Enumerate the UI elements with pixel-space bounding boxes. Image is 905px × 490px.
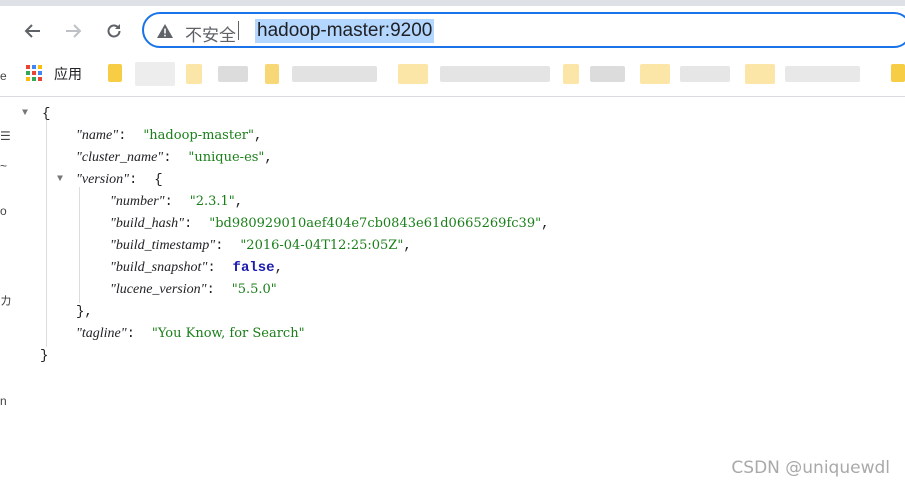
json-row-cluster-name: "cluster_name": "unique-es",	[76, 150, 273, 166]
security-status-label[interactable]: 不安全	[185, 21, 236, 46]
json-open-brace: {	[154, 172, 163, 188]
collapse-toggle-icon[interactable]: ▼	[57, 174, 63, 185]
browser-toolbar: 不安全 hadoop-master:9200	[0, 0, 905, 58]
blurred-bookmark[interactable]	[292, 66, 377, 82]
json-row-number: "number": "2.3.1",	[110, 194, 244, 210]
json-row-tagline: "tagline": "You Know, for Search"	[76, 326, 305, 342]
json-key: "version"	[76, 172, 129, 187]
blurred-bookmark[interactable]	[590, 66, 625, 82]
json-key: "cluster_name"	[76, 150, 164, 165]
json-close-brace: }	[40, 348, 49, 364]
bookmark-folder-icon[interactable]	[891, 64, 905, 82]
arrow-left-icon	[24, 24, 40, 38]
json-string-value[interactable]: "5.5.0"	[232, 282, 277, 297]
blurred-bookmark[interactable]	[563, 64, 579, 84]
json-string-value[interactable]: "2.3.1"	[190, 194, 235, 209]
json-row-build-hash: "build_hash": "bd980929010aef404e7cb0843…	[110, 216, 550, 232]
blurred-bookmark[interactable]	[218, 66, 248, 82]
url-text[interactable]: hadoop-master:9200	[255, 19, 435, 43]
json-key: "name"	[76, 128, 119, 143]
json-open-brace: {	[42, 106, 51, 122]
address-bar[interactable]: 不安全 hadoop-master:9200	[142, 12, 905, 48]
json-string-value[interactable]: "bd980929010aef404e7cb0843e61d0665269fc3…	[209, 216, 541, 231]
json-key: "tagline"	[76, 326, 127, 341]
json-row-build-timestamp: "build_timestamp": "2016-04-04T12:25:05Z…	[110, 238, 412, 254]
json-close-brace: },	[76, 304, 93, 320]
json-row-name: "name": "hadoop-master",	[76, 128, 263, 144]
indent-guide	[46, 119, 47, 347]
blurred-bookmark[interactable]	[640, 64, 670, 84]
bookmark-folder-icon[interactable]	[108, 64, 122, 82]
reload-icon	[107, 24, 121, 38]
bookmark-apps[interactable]: 应用	[54, 64, 82, 84]
apps-grid-icon[interactable]	[26, 65, 42, 81]
indent-guide	[79, 187, 80, 303]
json-boolean-value[interactable]: false	[233, 260, 275, 276]
json-key: "build_snapshot"	[110, 260, 208, 275]
blurred-bookmark[interactable]	[265, 64, 279, 84]
arrow-right-icon	[66, 24, 82, 38]
blurred-bookmark[interactable]	[745, 64, 775, 84]
json-string-value[interactable]: "2016-04-04T12:25:05Z"	[240, 238, 403, 253]
json-string-value[interactable]: "You Know, for Search"	[152, 326, 305, 341]
json-key: "build_hash"	[110, 216, 184, 231]
json-key: "number"	[110, 194, 165, 209]
blurred-bookmark[interactable]	[135, 62, 175, 86]
collapse-toggle-icon[interactable]: ▼	[22, 108, 28, 119]
warning-triangle-icon	[157, 24, 173, 38]
json-string-value[interactable]: "unique-es"	[188, 150, 264, 165]
blurred-bookmark[interactable]	[440, 66, 550, 82]
back-button[interactable]	[20, 18, 46, 44]
blurred-bookmark[interactable]	[785, 66, 860, 82]
json-row-version: "version": {	[76, 172, 163, 188]
reload-button[interactable]	[101, 18, 127, 44]
json-viewer: ▼ { "name": "hadoop-master", "cluster_na…	[0, 97, 905, 490]
forward-button[interactable]	[60, 18, 86, 44]
blurred-bookmark[interactable]	[398, 64, 428, 84]
json-key: "build_timestamp"	[110, 238, 216, 253]
bookmarks-bar: 应用	[0, 58, 905, 97]
blurred-bookmark[interactable]	[186, 64, 202, 84]
omnibox-separator	[238, 21, 239, 40]
json-row-build-snapshot: "build_snapshot": false,	[110, 260, 283, 276]
json-row-lucene-version: "lucene_version": "5.5.0"	[110, 282, 277, 298]
tab-strip	[0, 0, 905, 6]
blurred-bookmark[interactable]	[680, 66, 730, 82]
watermark: CSDN @uniquewdl	[731, 458, 890, 478]
json-string-value[interactable]: "hadoop-master"	[143, 128, 254, 143]
json-key: "lucene_version"	[110, 282, 207, 297]
